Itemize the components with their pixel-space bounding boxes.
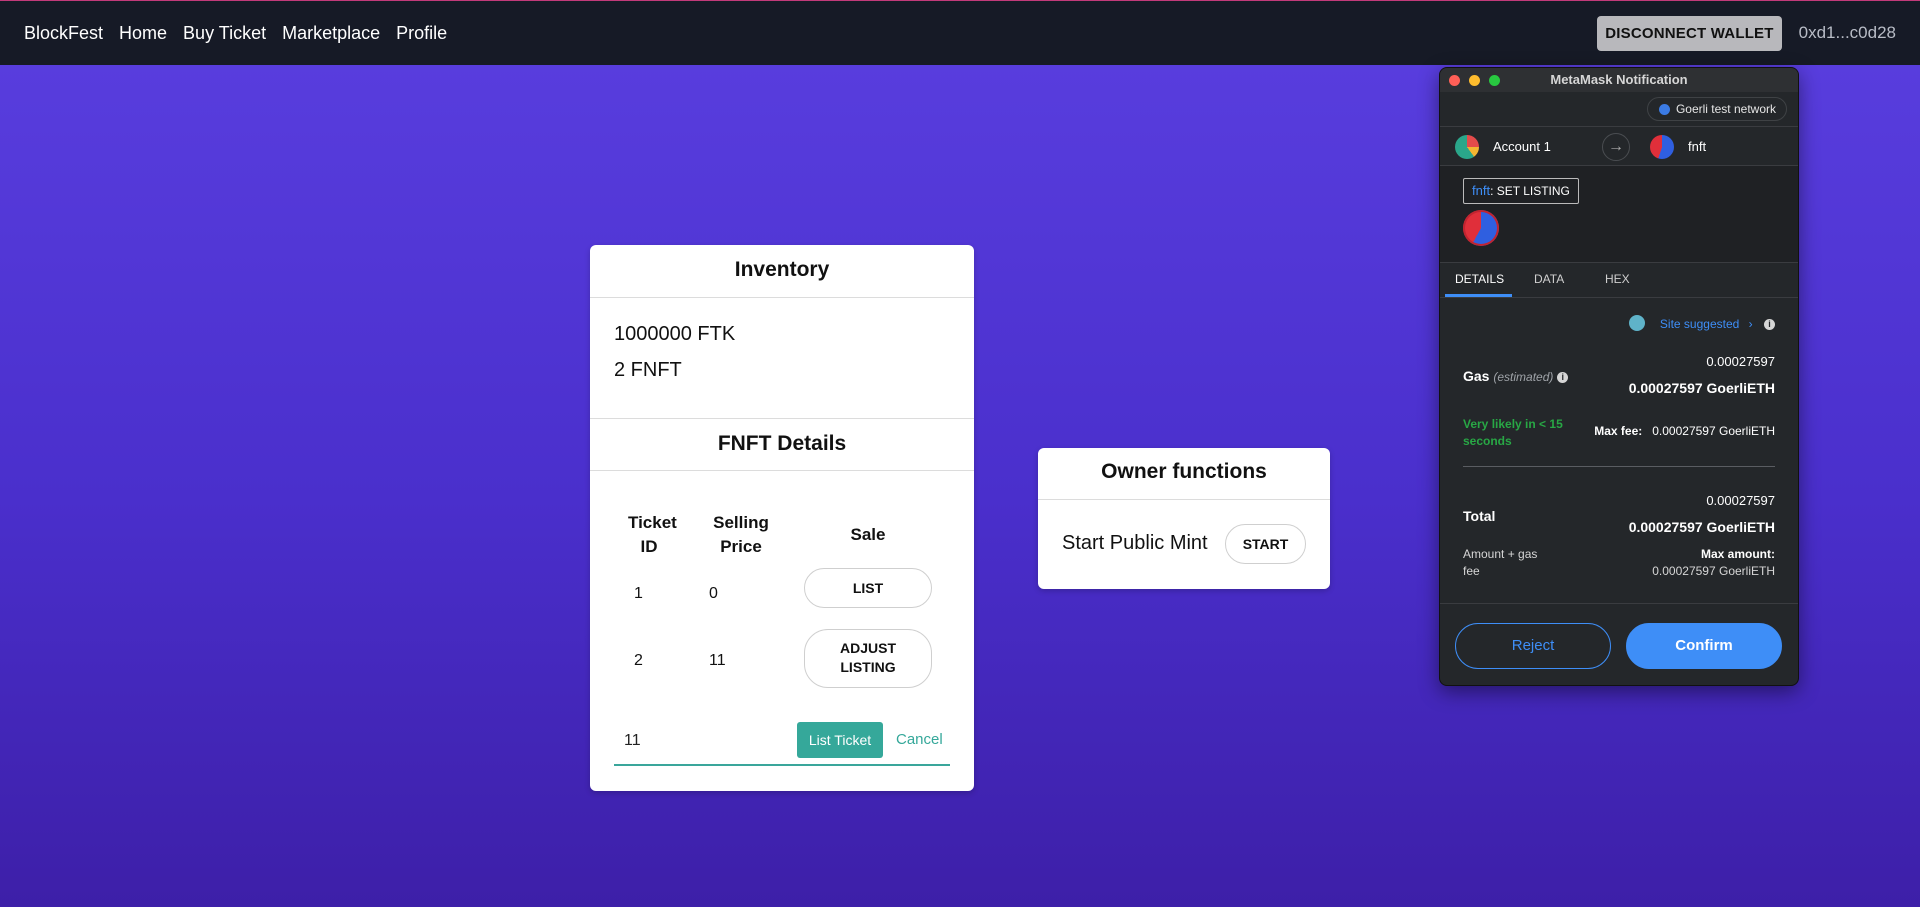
max-fee-row: Max fee: 0.00027597 GoerliETH [1594,424,1775,438]
total-value-eth: 0.00027597 GoerliETH [1628,519,1775,535]
row-2-price: 11 [709,652,726,669]
contract-avatar-icon [1650,135,1674,159]
account-transfer-row: Account 1 → fnft [1440,126,1798,166]
site-suggested-label: Site suggested [1659,317,1740,331]
transaction-details: Site suggested › i Gas (estimated) i 0.0… [1440,298,1798,604]
tab-hex[interactable]: HEX [1605,272,1630,286]
max-amount-value: 0.00027597 GoerliETH [1652,564,1775,578]
site-suggested-link[interactable]: Site suggested › i [1660,317,1775,331]
confirm-button[interactable]: Confirm [1626,623,1782,669]
max-fee-label: Max fee: [1594,424,1643,438]
reject-button[interactable]: Reject [1455,623,1611,669]
network-row: Goerli test network [1440,92,1798,126]
listing-price-input[interactable]: 11 [624,732,641,750]
method-contract-link[interactable]: fnft [1472,183,1490,198]
amount-gas-fee-label: Amount + gas fee [1463,547,1538,578]
balances-section: 1000000 FTK 2 FNFT [590,298,974,419]
ftk-balance: 1000000 FTK [614,323,736,345]
details-tabs: DETAILS DATA HEX [1440,263,1798,298]
gas-value: 0.00027597 [1706,354,1775,369]
owner-functions-card: Owner functions Start Public Mint START [1038,448,1330,589]
contract-identicon [1463,210,1499,246]
column-header-ticket-id: Ticket ID [628,513,677,556]
row-2-ticket-id: 2 [634,652,643,669]
fnft-balance: 2 FNFT [614,359,682,381]
total-label: Total [1463,508,1496,524]
nav-link-marketplace[interactable]: Marketplace [282,23,380,44]
minimize-window-icon[interactable] [1469,75,1480,86]
inventory-title: Inventory [590,245,974,298]
method-section: fnft: SET LISTING [1440,166,1798,263]
method-tag: fnft: SET LISTING [1463,178,1579,204]
gas-time-estimate: Very likely in < 15 seconds [1463,417,1563,448]
gas-info-icon[interactable]: i [1557,372,1569,383]
row-1-ticket-id: 1 [634,585,643,602]
inventory-card: Inventory 1000000 FTK 2 FNFT FNFT Detail… [590,245,974,791]
wallet-address: 0xd1...c0d28 [1798,23,1896,42]
maximize-window-icon[interactable] [1489,75,1500,86]
row-1-price: 0 [709,585,718,602]
account-avatar-icon [1455,135,1479,159]
tab-details[interactable]: DETAILS [1455,272,1504,286]
list-button[interactable]: LIST [804,568,932,608]
column-header-sale: Sale [850,525,886,544]
network-selector[interactable]: Goerli test network [1646,97,1787,121]
start-mint-button[interactable]: START [1225,524,1306,564]
max-amount-label: Max amount: [1700,547,1775,561]
nav-link-home[interactable]: Home [119,23,167,44]
gas-value-eth: 0.00027597 GoerliETH [1628,380,1775,396]
column-header-selling-price: Selling Price [713,513,769,556]
max-fee-value: 0.00027597 GoerliETH [1652,424,1775,438]
top-navbar: BlockFest Home Buy Ticket Marketplace Pr… [0,0,1920,65]
network-dot-icon [1658,104,1670,115]
details-divider [1463,466,1775,467]
chevron-right-icon: › [1748,317,1753,331]
disconnect-wallet-button[interactable]: DISCONNECT WALLET [1597,15,1782,51]
nav-link-profile[interactable]: Profile [396,23,447,44]
window-titlebar: MetaMask Notification [1440,68,1798,92]
max-amount-block: Max amount: 0.00027597 GoerliETH [1652,546,1775,580]
globe-icon [1629,315,1645,331]
to-contract-name[interactable]: fnft [1688,139,1706,154]
arrow-right-icon: → [1602,133,1630,161]
brand-logo-text[interactable]: BlockFest [24,23,103,44]
tab-data[interactable]: DATA [1534,272,1564,286]
gas-label: Gas (estimated) i [1463,368,1569,384]
gas-estimated-label: (estimated) [1493,370,1554,384]
metamask-notification-window: MetaMask Notification Goerli test networ… [1439,67,1799,686]
listing-price-row: 11 List Ticket Cancel [614,722,950,766]
network-name: Goerli test network [1675,102,1776,116]
start-public-mint-label: Start Public Mint [1062,532,1208,554]
close-window-icon[interactable] [1449,75,1460,86]
from-account-name[interactable]: Account 1 [1493,139,1551,154]
cancel-link[interactable]: Cancel [896,731,943,748]
nav-link-buy-ticket[interactable]: Buy Ticket [183,23,266,44]
gas-label-text: Gas [1463,368,1490,384]
info-icon[interactable]: i [1764,319,1775,330]
total-value: 0.00027597 [1706,493,1775,508]
owner-functions-title: Owner functions [1038,448,1330,500]
adjust-listing-button[interactable]: ADJUST LISTING [804,629,932,688]
fnft-details-title: FNFT Details [590,419,974,471]
method-name: : SET LISTING [1490,184,1570,198]
list-ticket-button[interactable]: List Ticket [797,722,883,758]
active-tab-indicator [1445,294,1512,297]
